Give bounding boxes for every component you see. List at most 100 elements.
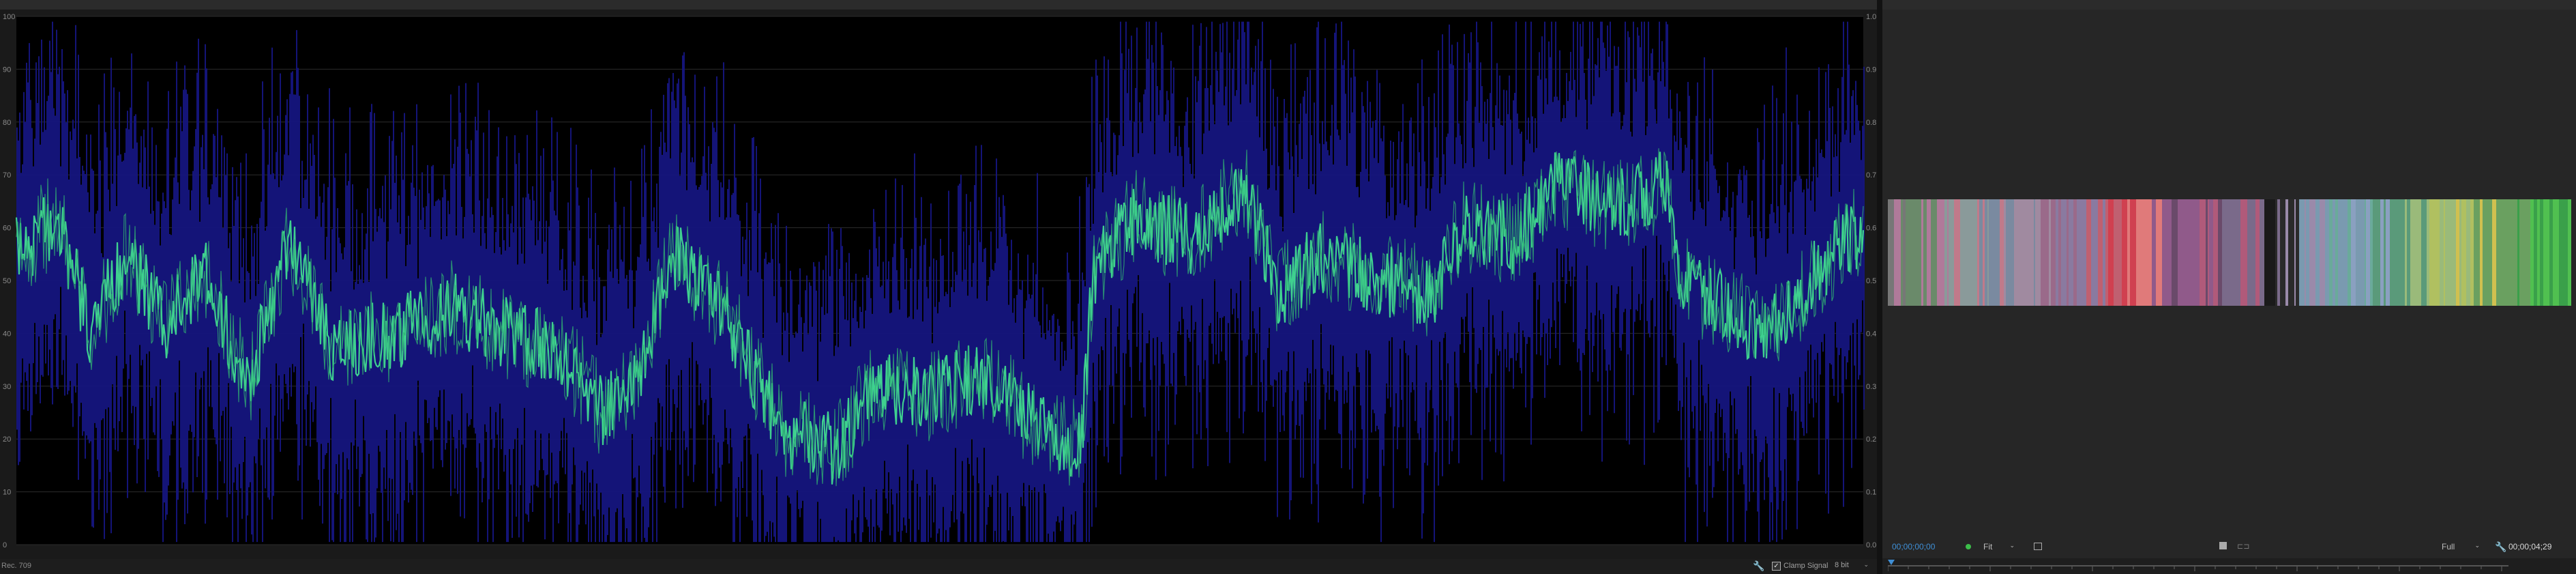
clamp-signal-checkbox[interactable]: ✓ bbox=[1772, 562, 1781, 571]
frame-band bbox=[1960, 199, 1962, 306]
frame-band bbox=[2145, 199, 2148, 306]
frame-band bbox=[1994, 199, 2000, 306]
frame-band bbox=[2299, 199, 2305, 306]
frame-band bbox=[1908, 199, 1912, 306]
frame-band bbox=[2178, 199, 2180, 306]
frame-band bbox=[2034, 199, 2035, 306]
duration-timecode: 00;00;04;29 bbox=[2508, 542, 2552, 551]
frame-band bbox=[2421, 199, 2427, 306]
left-axis-label: 40 bbox=[3, 330, 11, 338]
right-axis-label: 0.0 bbox=[1866, 541, 1876, 549]
frame-band bbox=[2456, 199, 2459, 306]
bit-depth-select[interactable]: 8 bit ⌄ bbox=[1835, 561, 1870, 571]
frame-band bbox=[2444, 199, 2445, 306]
frame-band bbox=[2103, 199, 2105, 306]
frame-band bbox=[2483, 199, 2487, 306]
frame-band bbox=[2271, 199, 2275, 306]
panel-divider[interactable] bbox=[1877, 0, 1882, 574]
playhead-icon[interactable] bbox=[1888, 560, 1895, 565]
frame-band bbox=[2222, 199, 2228, 306]
frame-band bbox=[2524, 199, 2529, 306]
frame-band bbox=[2480, 199, 2483, 306]
frame-band bbox=[2079, 199, 2084, 306]
frame-band bbox=[2069, 199, 2073, 306]
frame-band bbox=[2084, 199, 2086, 306]
chevron-down-icon: ⌄ bbox=[1863, 561, 1869, 568]
frame-band bbox=[2534, 199, 2537, 306]
frame-band bbox=[2260, 199, 2264, 306]
frame-band bbox=[2025, 199, 2031, 306]
frame-band bbox=[2288, 199, 2294, 306]
frame-band bbox=[2309, 199, 2314, 306]
resolution-select[interactable]: Full ⌄ bbox=[2442, 542, 2480, 551]
frame-band bbox=[2031, 199, 2034, 306]
frame-band bbox=[2118, 199, 2122, 306]
frame-band bbox=[1954, 199, 1960, 306]
frame-band bbox=[2148, 199, 2152, 306]
frame-band bbox=[2251, 199, 2253, 306]
frame-band bbox=[2461, 199, 2464, 306]
time-ruler[interactable] bbox=[1882, 558, 2576, 574]
frame-band bbox=[2180, 199, 2185, 306]
frame-band bbox=[2264, 199, 2266, 306]
frame-band bbox=[2487, 199, 2492, 306]
frame-band bbox=[2122, 199, 2125, 306]
frame-band bbox=[2529, 199, 2530, 306]
frame-band bbox=[2097, 199, 2098, 306]
frame-band bbox=[2247, 199, 2251, 306]
settings-icon[interactable] bbox=[2034, 543, 2042, 550]
waveform-graph: 0 10 20 30 40 50 60 70 80 90 100 0.0 0.1 0.2 0.3 0.4 0.… bbox=[0, 10, 1877, 559]
frame-band bbox=[2230, 199, 2236, 306]
frame-band bbox=[2051, 199, 2056, 306]
current-timecode[interactable]: 00;00;00;00 bbox=[1892, 542, 1935, 551]
waveform-scope-panel[interactable]: 0 10 20 30 40 50 60 70 80 90 100 0.0 0.1 0.2 0.3 0.4 0.… bbox=[0, 10, 1877, 574]
wrench-icon[interactable]: 🔧 bbox=[2495, 541, 2506, 553]
right-axis-label: 0.4 bbox=[1866, 330, 1876, 338]
frame-band bbox=[2325, 199, 2329, 306]
frame-band bbox=[2370, 199, 2373, 306]
frame-band bbox=[2161, 199, 2162, 306]
frame-band bbox=[2407, 199, 2410, 306]
frame-band bbox=[2209, 199, 2213, 306]
frame-band bbox=[2415, 199, 2421, 306]
frame-band bbox=[1923, 199, 1927, 306]
frame-band bbox=[2255, 199, 2260, 306]
frame-band bbox=[2379, 199, 2380, 306]
frame-band bbox=[2275, 199, 2277, 306]
frame-band bbox=[2320, 199, 2325, 306]
frame-band bbox=[2492, 199, 2496, 306]
frame-band bbox=[2333, 199, 2335, 306]
frame-band bbox=[2440, 199, 2442, 306]
video-frame bbox=[1888, 199, 2571, 306]
frame-band bbox=[2517, 199, 2519, 306]
frame-band bbox=[2335, 199, 2338, 306]
frame-band bbox=[2039, 199, 2041, 306]
frame-band bbox=[2559, 199, 2562, 306]
frame-band bbox=[2228, 199, 2230, 306]
frame-band bbox=[1894, 199, 1898, 306]
frame-band bbox=[2006, 199, 2009, 306]
frame-band bbox=[2351, 199, 2356, 306]
frame-band bbox=[2277, 199, 2280, 306]
right-axis-label: 0.1 bbox=[1866, 489, 1876, 497]
frame-band bbox=[1899, 199, 1901, 306]
frame-band bbox=[1977, 199, 1979, 306]
frame-band bbox=[2105, 199, 2108, 306]
frame-band bbox=[2152, 199, 2156, 306]
frame-band bbox=[2086, 199, 2091, 306]
frame-band bbox=[1888, 199, 1894, 306]
safe-margin-icon[interactable]: ⊏⊐ bbox=[2237, 542, 2249, 551]
left-axis-label: 10 bbox=[3, 489, 11, 497]
left-axis-label: 90 bbox=[3, 66, 11, 74]
frame-band bbox=[2519, 199, 2522, 306]
left-axis-label: 100 bbox=[3, 13, 15, 21]
frame-band bbox=[1983, 199, 1985, 306]
chevron-down-icon: ⌄ bbox=[2009, 542, 2015, 549]
right-axis-label: 0.9 bbox=[1866, 66, 1876, 74]
zoom-select[interactable]: Fit ⌄ bbox=[1983, 542, 2015, 551]
frame-band bbox=[2562, 199, 2568, 306]
frame-band bbox=[2098, 199, 2103, 306]
grid-icon[interactable] bbox=[2219, 542, 2227, 549]
frame-band bbox=[2568, 199, 2571, 306]
wrench-icon[interactable]: 🔧 bbox=[1753, 560, 1764, 571]
